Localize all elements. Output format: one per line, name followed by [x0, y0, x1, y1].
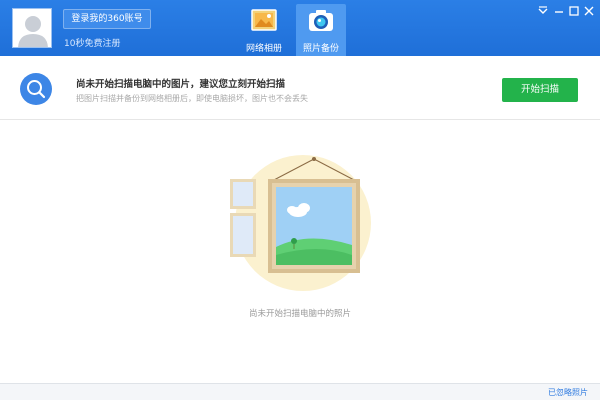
login-button[interactable]: 登录我的360账号 [63, 9, 151, 29]
minimize-icon[interactable] [552, 4, 566, 18]
photo-album-icon [251, 9, 277, 31]
tab-label: 网络相册 [245, 44, 282, 54]
banner-subtitle: 把图片扫描并备份到网络相册后，即使电脑损坏，图片也不会丢失 [76, 94, 308, 103]
close-icon[interactable] [582, 4, 596, 18]
tab-photo-backup[interactable]: 照片备份 [296, 4, 346, 56]
avatar[interactable] [12, 8, 52, 48]
camera-icon [309, 10, 333, 31]
maximize-icon[interactable] [567, 4, 581, 18]
empty-photo-frame-illustration [230, 155, 371, 291]
tab-label: 照片备份 [302, 44, 339, 54]
banner-title: 尚未开始扫描电脑中的图片，建议您立刻开始扫描 [76, 79, 286, 90]
ignored-photos-link[interactable]: 已忽略照片 [548, 387, 588, 398]
start-scan-button[interactable]: 开始扫描 [502, 78, 578, 102]
empty-state-text: 尚未开始扫描电脑中的照片 [248, 309, 351, 319]
main-content: 尚未开始扫描电脑中的照片 [0, 121, 600, 383]
menu-icon[interactable] [536, 4, 550, 18]
scan-prompt-banner: 尚未开始扫描电脑中的图片，建议您立刻开始扫描 把图片扫描并备份到网络相册后，即使… [0, 56, 600, 120]
tab-photo-album[interactable]: 网络相册 [239, 4, 289, 56]
app-header: 登录我的360账号 10秒免费注册 网络相册 照片备份 [0, 0, 600, 56]
status-bar: 已忽略照片 [0, 383, 600, 400]
user-silhouette-icon [13, 9, 51, 47]
search-icon [20, 73, 52, 105]
register-link[interactable]: 10秒免费注册 [64, 36, 120, 49]
